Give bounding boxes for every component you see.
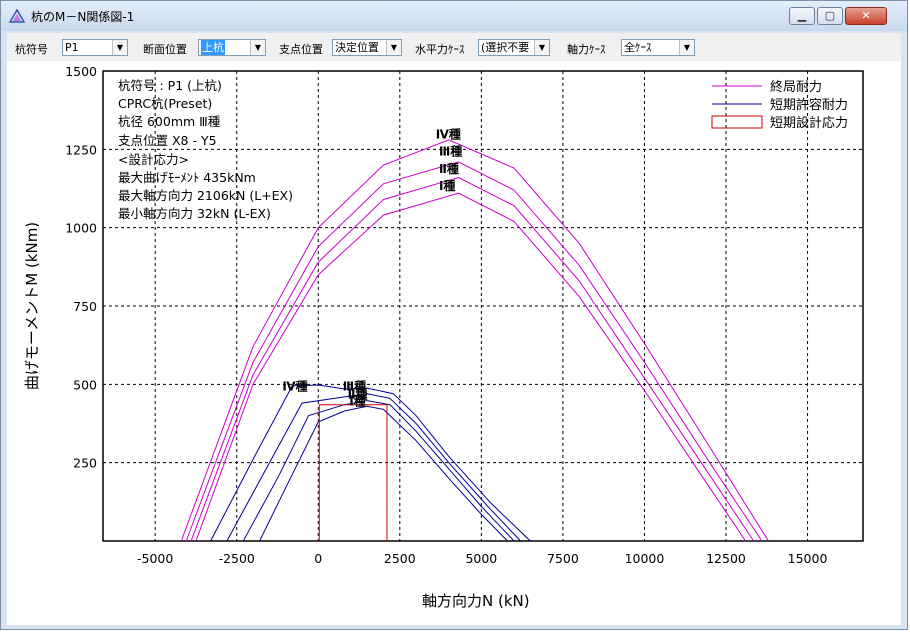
app-window: 杭のM－N関係図-1 ▁ ▢ ✕ 杭符号 P1 ▼ 断面位置 上杭 ▼ 支点位置…	[0, 0, 908, 630]
title-bar[interactable]: 杭のM－N関係図-1 ▁ ▢ ✕	[1, 1, 907, 31]
minimize-button[interactable]: ▁	[789, 7, 815, 25]
x-tick-label: 15000	[788, 551, 828, 566]
pile-label: 杭符号	[15, 43, 48, 56]
section-select-value: 上杭	[201, 40, 225, 55]
x-tick-label: 12500	[706, 551, 746, 566]
x-tick-label: 7500	[547, 551, 579, 566]
x-tick-label: 2500	[384, 551, 416, 566]
pile-select[interactable]: P1 ▼	[62, 39, 128, 56]
window-title: 杭のM－N関係図-1	[31, 10, 135, 24]
curve-type-label: Ⅰ種	[439, 178, 455, 193]
curve-type-label: Ⅲ種	[439, 144, 462, 159]
chevron-down-icon[interactable]: ▼	[679, 40, 694, 55]
chevron-down-icon[interactable]: ▼	[112, 40, 127, 55]
info-line-5: <設計応力>	[118, 152, 189, 167]
info-line-1: 杭符号 : P1 (上杭)	[118, 78, 222, 93]
section-select[interactable]: 上杭 ▼	[198, 39, 266, 56]
y-tick-label: 1500	[65, 64, 97, 79]
curve-type-label: Ⅳ種	[436, 126, 461, 141]
y-tick-label: 250	[73, 456, 97, 471]
y-tick-label: 750	[73, 299, 97, 314]
axial-select[interactable]: 全ｹｰｽ ▼	[621, 39, 695, 56]
support-label: 支点位置	[279, 43, 323, 56]
toolbar: 杭符号 P1 ▼ 断面位置 上杭 ▼ 支点位置 決定位置 ▼ 水平力ｹｰｽ (選…	[7, 33, 901, 61]
chevron-down-icon[interactable]: ▼	[386, 40, 401, 55]
axial-label: 軸力ｹｰｽ	[567, 43, 606, 56]
info-line-3: 杭径 600mm Ⅲ種	[118, 114, 221, 129]
info-line-4: 支点位置 X8 - Y5	[118, 133, 217, 148]
curve-type-label: Ⅳ種	[282, 379, 307, 394]
info-line-7: 最大軸方向力 2106kN (L+EX)	[118, 188, 293, 203]
curve-type-label: Ⅰ種	[349, 394, 365, 409]
close-button[interactable]: ✕	[845, 7, 887, 25]
info-line-6: 最大曲げﾓｰﾒﾝﾄ 435kNm	[118, 170, 256, 185]
maximize-button[interactable]: ▢	[817, 7, 843, 25]
pile-select-value: P1	[65, 41, 79, 54]
info-line-8: 最小軸方向力 32kN (L-EX)	[118, 206, 271, 221]
legend-design-label: 短期設計応力	[770, 115, 848, 131]
section-label: 断面位置	[143, 43, 187, 56]
x-tick-label: 5000	[465, 551, 497, 566]
horizontal-label: 水平力ｹｰｽ	[415, 43, 465, 56]
x-tick-label: -2500	[219, 551, 255, 566]
y-axis-label: 曲げモーメントM (kNm)	[23, 222, 41, 390]
info-line-2: CPRC杭(Preset)	[118, 96, 212, 111]
x-axis-label: 軸方向力N (kN)	[422, 592, 530, 610]
horizontal-select[interactable]: (選択不要 ▼	[478, 39, 550, 56]
x-tick-label: 10000	[625, 551, 665, 566]
curve-type-label: Ⅱ種	[439, 161, 459, 176]
app-triangle-icon	[9, 9, 25, 23]
x-tick-label: -5000	[137, 551, 173, 566]
legend-allowable-label: 短期許容耐力	[770, 97, 848, 113]
y-tick-label: 1000	[65, 221, 97, 236]
y-tick-label: 500	[73, 377, 97, 392]
chevron-down-icon[interactable]: ▼	[534, 40, 549, 55]
y-tick-label: 1250	[65, 142, 97, 157]
mn-chart: -5000 -2500 0 2500 5000 7500 10000 12500 15000 25…	[23, 64, 864, 610]
support-select-value: 決定位置	[335, 41, 379, 54]
chart-area: -5000 -2500 0 2500 5000 7500 10000 12500 15000 25…	[7, 61, 901, 625]
chevron-down-icon[interactable]: ▼	[250, 40, 265, 55]
legend-ultimate-label: 終局耐力	[770, 79, 822, 95]
horizontal-select-value: (選択不要	[481, 41, 530, 54]
support-select[interactable]: 決定位置 ▼	[332, 39, 402, 56]
axial-select-value: 全ｹｰｽ	[624, 41, 652, 54]
x-tick-label: 0	[314, 551, 322, 566]
